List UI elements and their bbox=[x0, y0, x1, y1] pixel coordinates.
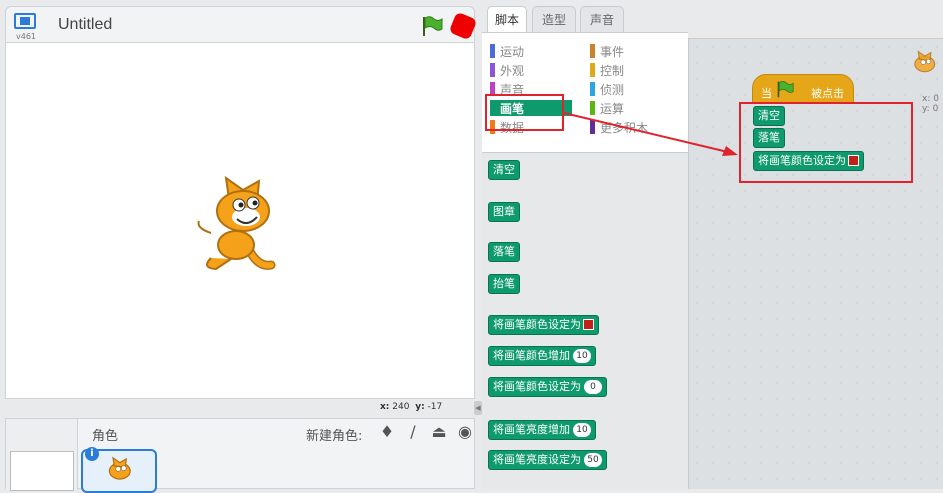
collapse-stage-button[interactable]: ◀ bbox=[474, 401, 482, 415]
stage-thumbnail[interactable] bbox=[10, 451, 74, 491]
number-input[interactable]: 10 bbox=[573, 349, 591, 363]
sprite-library-icon[interactable]: ♦ bbox=[378, 422, 396, 441]
annotation-arrow bbox=[563, 112, 738, 156]
sprite-pane: 角色 新建角色: ♦ / ⏏ ◉ i bbox=[5, 418, 475, 493]
block-set-pen-color[interactable]: 将画笔颜色设定为 bbox=[488, 315, 599, 335]
block-pen-down[interactable]: 落笔 bbox=[488, 242, 520, 262]
new-sprite-label: 新建角色: bbox=[306, 429, 363, 444]
number-input[interactable]: 0 bbox=[584, 380, 602, 394]
category-sensing[interactable]: 侦测 bbox=[590, 81, 670, 97]
when-flag-clicked-block[interactable]: 当 被点击 bbox=[752, 74, 854, 104]
project-title[interactable]: Untitled bbox=[58, 16, 112, 34]
sprites-label: 角色 bbox=[92, 429, 119, 444]
upload-icon[interactable]: ⏏ bbox=[430, 422, 448, 441]
green-flag-icon bbox=[777, 81, 794, 98]
stage-canvas[interactable] bbox=[5, 42, 475, 399]
block-change-pen-color[interactable]: 将画笔颜色增加 10 bbox=[488, 346, 596, 366]
stage-section bbox=[6, 419, 78, 491]
block-change-pen-shade[interactable]: 将画笔亮度增加 10 bbox=[488, 420, 596, 440]
color-swatch[interactable] bbox=[583, 319, 594, 330]
tab-sounds[interactable]: 声音 bbox=[580, 6, 624, 33]
block-pen-up[interactable]: 抬笔 bbox=[488, 274, 520, 294]
camera-icon[interactable]: ◉ bbox=[456, 422, 474, 441]
info-icon[interactable]: i bbox=[85, 447, 99, 461]
annotation-highlight-pen-category bbox=[485, 94, 564, 131]
paint-brush-icon[interactable]: / bbox=[404, 422, 422, 441]
block-clear[interactable]: 清空 bbox=[488, 160, 520, 180]
stage-coordinates: x: 240 y: -17 bbox=[380, 402, 443, 412]
category-looks[interactable]: 外观 bbox=[490, 62, 570, 78]
current-sprite-icon bbox=[914, 50, 936, 73]
category-control[interactable]: 控制 bbox=[590, 62, 670, 78]
category-events[interactable]: 事件 bbox=[590, 43, 670, 59]
number-input[interactable]: 10 bbox=[573, 423, 591, 437]
number-input[interactable]: 50 bbox=[584, 453, 602, 467]
tab-costumes[interactable]: 造型 bbox=[532, 6, 576, 33]
block-stamp[interactable]: 图章 bbox=[488, 202, 520, 222]
stage-header: v461 Untitled bbox=[5, 6, 478, 42]
annotation-highlight-script bbox=[739, 102, 913, 183]
cat-sprite[interactable] bbox=[191, 173, 291, 273]
block-set-pen-shade[interactable]: 将画笔亮度设定为 50 bbox=[488, 450, 607, 470]
block-set-pen-color-number[interactable]: 将画笔颜色设定为 0 bbox=[488, 377, 607, 397]
category-motion[interactable]: 运动 bbox=[490, 43, 570, 59]
fullscreen-icon[interactable] bbox=[14, 13, 36, 29]
stop-icon[interactable] bbox=[448, 11, 478, 41]
green-flag-icon[interactable] bbox=[420, 15, 444, 37]
version-label: v461 bbox=[16, 32, 37, 41]
sprite-coords: x: 0 y: 0 bbox=[922, 94, 939, 114]
tab-scripts[interactable]: 脚本 bbox=[487, 6, 527, 34]
